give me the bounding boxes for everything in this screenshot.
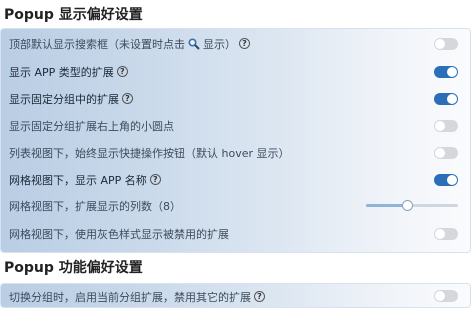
pref-label-show-app-text: 显示 APP 类型的扩展 bbox=[9, 65, 114, 79]
help-icon[interactable]: ? bbox=[239, 38, 250, 49]
pref-row-grey-disabled: 网格视图下，使用灰色样式显示被禁用的扩展 bbox=[1, 221, 470, 246]
toggle-fixed-dot[interactable] bbox=[434, 120, 458, 132]
help-icon[interactable]: ? bbox=[116, 66, 128, 77]
toggle-quick-actions[interactable] bbox=[434, 147, 458, 159]
pref-label-show-app: 显示 APP 类型的扩展 ? bbox=[9, 64, 128, 80]
pref-row-show-app: 显示 APP 类型的扩展 ? bbox=[1, 59, 470, 84]
help-icon[interactable]: ? bbox=[149, 174, 161, 185]
toggle-knob bbox=[435, 291, 445, 301]
pref-row-grid-columns: 网格视图下，扩展显示的列数（8） bbox=[1, 193, 470, 218]
toggle-show-app[interactable] bbox=[434, 66, 458, 78]
search-icon bbox=[188, 37, 200, 50]
toggle-fixed-group[interactable] bbox=[434, 93, 458, 105]
pref-row-app-name: 网格视图下，显示 APP 名称 ? bbox=[1, 167, 470, 192]
pref-row-fixed-group: 显示固定分组中的扩展 ? bbox=[1, 86, 470, 111]
pref-label-search-box-text: 顶部默认显示搜索框（未设置时点击 bbox=[9, 37, 185, 51]
toggle-knob bbox=[447, 175, 457, 185]
pref-row-quick-actions: 列表视图下，始终显示快捷操作按钮（默认 hover 显示） bbox=[1, 140, 470, 165]
toggle-grey-disabled[interactable] bbox=[434, 228, 458, 240]
toggle-knob bbox=[435, 39, 445, 49]
pref-label-quick-actions-text: 列表视图下，始终显示快捷操作按钮（默认 hover 显示） bbox=[9, 146, 290, 160]
grid-columns-slider[interactable] bbox=[366, 200, 458, 211]
function-prefs-panel: 切换分组时，启用当前分组扩展，禁用其它的扩展 ? bbox=[0, 283, 471, 308]
toggle-app-name[interactable] bbox=[434, 174, 458, 186]
toggle-knob bbox=[435, 229, 445, 239]
display-prefs-panel: 顶部默认显示搜索框（未设置时点击 显示） ? 显示 APP 类型的扩展 ? 显示… bbox=[0, 28, 471, 253]
pref-label-grey-disabled-text: 网格视图下，使用灰色样式显示被禁用的扩展 bbox=[9, 227, 229, 241]
toggle-knob bbox=[447, 94, 457, 104]
pref-label-grey-disabled: 网格视图下，使用灰色样式显示被禁用的扩展 bbox=[9, 226, 229, 242]
pref-row-search-box: 顶部默认显示搜索框（未设置时点击 显示） ? bbox=[1, 31, 470, 56]
pref-label-switch-group-text: 切换分组时，启用当前分组扩展，禁用其它的扩展 bbox=[9, 290, 251, 304]
pref-label-app-name: 网格视图下，显示 APP 名称 ? bbox=[9, 172, 161, 188]
slider-thumb[interactable] bbox=[402, 200, 413, 211]
help-icon[interactable]: ? bbox=[122, 93, 133, 104]
pref-label-search-box: 顶部默认显示搜索框（未设置时点击 显示） ? bbox=[9, 36, 250, 52]
section-title-display: Popup 显示偏好设置 bbox=[4, 7, 143, 23]
pref-label-quick-actions: 列表视图下，始终显示快捷操作按钮（默认 hover 显示） bbox=[9, 145, 290, 161]
pref-label-fixed-dot-text: 显示固定分组扩展右上角的小圆点 bbox=[9, 119, 174, 133]
section-title-function: Popup 功能偏好设置 bbox=[4, 260, 143, 276]
pref-label-grid-columns-text: 网格视图下，扩展显示的列数（8） bbox=[9, 199, 181, 213]
pref-row-fixed-dot: 显示固定分组扩展右上角的小圆点 bbox=[1, 113, 470, 138]
toggle-switch-group[interactable] bbox=[434, 290, 458, 302]
toggle-search-box[interactable] bbox=[434, 38, 458, 50]
slider-fill bbox=[366, 204, 407, 207]
pref-label-app-name-text: 网格视图下，显示 APP 名称 bbox=[9, 173, 147, 187]
pref-label-switch-group: 切换分组时，启用当前分组扩展，禁用其它的扩展 ? bbox=[9, 289, 265, 305]
help-icon[interactable]: ? bbox=[254, 291, 265, 302]
pref-label-fixed-group-text: 显示固定分组中的扩展 bbox=[9, 92, 119, 106]
pref-row-switch-group: 切换分组时，启用当前分组扩展，禁用其它的扩展 ? bbox=[1, 284, 470, 309]
pref-label-fixed-dot: 显示固定分组扩展右上角的小圆点 bbox=[9, 118, 174, 134]
toggle-knob bbox=[447, 67, 457, 77]
pref-label-search-box-after: 显示） bbox=[203, 37, 236, 51]
toggle-knob bbox=[435, 148, 445, 158]
pref-label-grid-columns: 网格视图下，扩展显示的列数（8） bbox=[9, 198, 181, 214]
pref-label-fixed-group: 显示固定分组中的扩展 ? bbox=[9, 91, 133, 107]
toggle-knob bbox=[435, 121, 445, 131]
